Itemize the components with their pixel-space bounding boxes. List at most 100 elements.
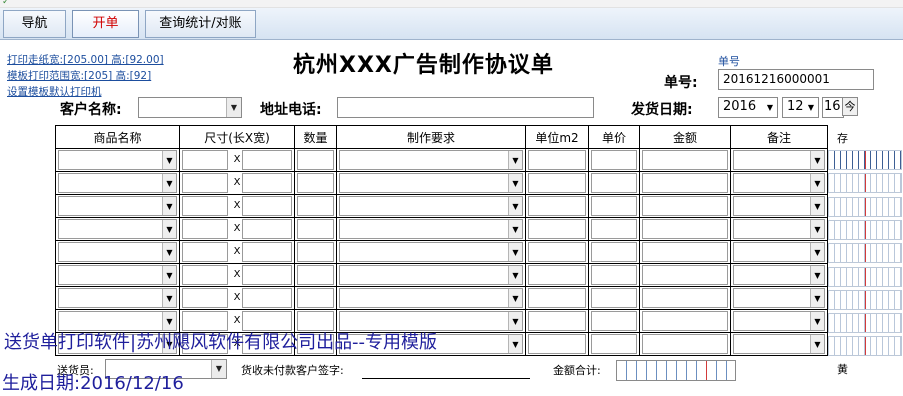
- chevron-down-icon[interactable]: ▼: [162, 174, 176, 192]
- width-field[interactable]: [242, 173, 292, 193]
- width-field[interactable]: [242, 196, 292, 216]
- unit-m2-field[interactable]: [528, 173, 586, 193]
- chevron-down-icon[interactable]: ▼: [508, 266, 522, 284]
- product-field[interactable]: ▼: [58, 173, 177, 193]
- remark-field[interactable]: ▼: [733, 311, 825, 331]
- quantity-field[interactable]: [297, 242, 334, 262]
- ship-year-select[interactable]: 2016 ▼: [718, 97, 778, 118]
- quantity-field[interactable]: [297, 196, 334, 216]
- remark-field[interactable]: ▼: [733, 265, 825, 285]
- quantity-field[interactable]: [297, 288, 334, 308]
- ship-month-select[interactable]: 12 ▼: [782, 97, 819, 118]
- chevron-down-icon[interactable]: ▼: [162, 220, 176, 238]
- amount-field[interactable]: [642, 150, 728, 170]
- requirements-field[interactable]: ▼: [339, 150, 523, 170]
- chevron-down-icon[interactable]: ▼: [508, 312, 522, 330]
- chevron-down-icon[interactable]: ▼: [211, 360, 226, 378]
- remark-field[interactable]: ▼: [733, 219, 825, 239]
- chevron-down-icon[interactable]: ▼: [810, 197, 824, 215]
- tab-query-statistics[interactable]: 查询统计/对账: [145, 10, 256, 38]
- chevron-down-icon[interactable]: ▼: [508, 220, 522, 238]
- unit-m2-field[interactable]: [528, 311, 586, 331]
- remark-field[interactable]: ▼: [733, 173, 825, 193]
- unit-m2-field[interactable]: [528, 288, 586, 308]
- chevron-down-icon[interactable]: ▼: [508, 335, 522, 353]
- width-field[interactable]: [242, 242, 292, 262]
- requirements-field[interactable]: ▼: [339, 288, 523, 308]
- chevron-down-icon[interactable]: ▼: [508, 197, 522, 215]
- quantity-field[interactable]: [297, 150, 334, 170]
- unit-m2-field[interactable]: [528, 150, 586, 170]
- unit-price-field[interactable]: [591, 288, 637, 308]
- today-button[interactable]: 今: [842, 97, 858, 116]
- unit-price-field[interactable]: [591, 219, 637, 239]
- chevron-down-icon[interactable]: ▼: [162, 197, 176, 215]
- tab-create-order[interactable]: 开单: [72, 10, 139, 38]
- requirements-field[interactable]: ▼: [339, 265, 523, 285]
- requirements-field[interactable]: ▼: [339, 173, 523, 193]
- unit-m2-field[interactable]: [528, 265, 586, 285]
- unit-price-field[interactable]: [591, 150, 637, 170]
- width-field[interactable]: [242, 219, 292, 239]
- length-field[interactable]: [182, 288, 228, 308]
- chevron-down-icon[interactable]: ▼: [810, 266, 824, 284]
- unit-price-field[interactable]: [591, 311, 637, 331]
- product-field[interactable]: ▼: [58, 196, 177, 216]
- chevron-down-icon[interactable]: ▼: [810, 243, 824, 261]
- chevron-down-icon[interactable]: ▼: [508, 151, 522, 169]
- unit-m2-field[interactable]: [528, 219, 586, 239]
- length-field[interactable]: [182, 196, 228, 216]
- chevron-down-icon[interactable]: ▼: [162, 289, 176, 307]
- amount-field[interactable]: [642, 265, 728, 285]
- unit-price-field[interactable]: [591, 334, 637, 354]
- print-range-link[interactable]: 模板打印范围宽:[205] 高:[92]: [7, 68, 151, 83]
- length-field[interactable]: [182, 173, 228, 193]
- quantity-field[interactable]: [297, 265, 334, 285]
- remark-field[interactable]: ▼: [733, 242, 825, 262]
- amount-field[interactable]: [642, 219, 728, 239]
- amount-field[interactable]: [642, 242, 728, 262]
- length-field[interactable]: [182, 150, 228, 170]
- customer-combo[interactable]: ▼: [138, 97, 242, 118]
- product-field[interactable]: ▼: [58, 288, 177, 308]
- amount-field[interactable]: [642, 334, 728, 354]
- remark-field[interactable]: ▼: [733, 196, 825, 216]
- product-field[interactable]: ▼: [58, 242, 177, 262]
- length-field[interactable]: [182, 242, 228, 262]
- width-field[interactable]: [242, 288, 292, 308]
- remark-field[interactable]: ▼: [733, 288, 825, 308]
- product-field[interactable]: ▼: [58, 265, 177, 285]
- chevron-down-icon[interactable]: ▼: [162, 151, 176, 169]
- unit-m2-field[interactable]: [528, 196, 586, 216]
- order-no-field[interactable]: 20161216000001: [718, 69, 874, 90]
- remark-field[interactable]: ▼: [733, 334, 825, 354]
- product-field[interactable]: ▼: [58, 219, 177, 239]
- requirements-field[interactable]: ▼: [339, 219, 523, 239]
- quantity-field[interactable]: [297, 173, 334, 193]
- remark-field[interactable]: ▼: [733, 150, 825, 170]
- paper-size-link[interactable]: 打印走纸宽:[205.00] 高:[92.00]: [7, 52, 164, 67]
- ship-day-select[interactable]: 16: [822, 97, 844, 118]
- chevron-down-icon[interactable]: ▼: [810, 151, 824, 169]
- chevron-down-icon[interactable]: ▼: [508, 174, 522, 192]
- width-field[interactable]: [242, 150, 292, 170]
- amount-field[interactable]: [642, 173, 728, 193]
- width-field[interactable]: [242, 265, 292, 285]
- chevron-down-icon[interactable]: ▼: [810, 220, 824, 238]
- chevron-down-icon[interactable]: ▼: [810, 289, 824, 307]
- chevron-down-icon[interactable]: ▼: [810, 335, 824, 353]
- signature-line[interactable]: [362, 362, 530, 379]
- chevron-down-icon[interactable]: ▼: [226, 98, 241, 117]
- unit-price-field[interactable]: [591, 196, 637, 216]
- product-field[interactable]: ▼: [58, 150, 177, 170]
- chevron-down-icon[interactable]: ▼: [162, 266, 176, 284]
- tab-navigation[interactable]: 导航: [3, 10, 66, 38]
- unit-m2-field[interactable]: [528, 334, 586, 354]
- unit-price-field[interactable]: [591, 242, 637, 262]
- length-field[interactable]: [182, 219, 228, 239]
- length-field[interactable]: [182, 265, 228, 285]
- unit-price-field[interactable]: [591, 265, 637, 285]
- chevron-down-icon[interactable]: ▼: [810, 174, 824, 192]
- chevron-down-icon[interactable]: ▼: [162, 243, 176, 261]
- amount-field[interactable]: [642, 196, 728, 216]
